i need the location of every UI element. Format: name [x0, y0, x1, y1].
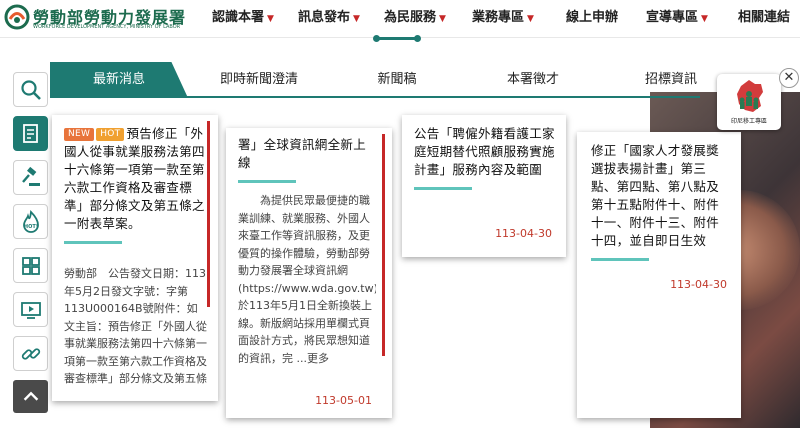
tab-latest-news[interactable]: 最新消息: [50, 62, 188, 98]
title-divider: [591, 258, 649, 261]
search-icon: [20, 79, 41, 100]
new-badge: NEW: [64, 128, 95, 141]
nav-label: 業務專區: [472, 10, 525, 25]
nav-label: 認識本署: [212, 10, 265, 25]
nav-item-links[interactable]: 相關連結: [738, 8, 793, 28]
news-card-title: 公告「聘僱外籍看護工家庭短期替代照顧服務實施計畫」服務內容及範圍: [414, 125, 556, 190]
news-card-title-text: 修正「國家人才發展獎選拔表揚計畫」第三點、第四點、第八點及第十五點附件十、附件十…: [591, 143, 720, 248]
tab-tenders[interactable]: 招標資訊: [612, 64, 730, 96]
active-nav-indicator: [376, 37, 418, 40]
nav-item-business[interactable]: 業務專區 ▼: [472, 8, 534, 28]
sidebar-search-button[interactable]: [13, 72, 48, 107]
nav-label: 相關連結: [738, 10, 791, 25]
nav-item-about[interactable]: 認識本署 ▼: [212, 8, 274, 28]
indicator-dot: [373, 35, 380, 42]
nav-item-online-apply[interactable]: 線上申辦: [566, 8, 621, 28]
document-icon: [22, 123, 38, 143]
nav-item-services[interactable]: 為民服務 ▼: [384, 8, 446, 28]
title-divider: [238, 180, 296, 183]
tab-press-release[interactable]: 新聞稿: [338, 64, 456, 96]
nav-label: 為民服務: [384, 10, 437, 25]
sidebar-video-button[interactable]: [13, 292, 48, 327]
gavel-icon: [21, 166, 40, 186]
hot-badge: HOT: [96, 128, 125, 141]
nav-label: 線上申辦: [566, 10, 619, 25]
sidebar-document-button[interactable]: [13, 116, 48, 151]
card-scrollbar[interactable]: [207, 121, 210, 307]
news-card-title-text: 預告修正「外國人從事就業服務法第四十六條第一項第一款至第六款工作資格及審查標準」…: [64, 126, 205, 231]
sidebar-link-button[interactable]: [13, 336, 48, 371]
sidebar-hot-button[interactable]: HOT!: [13, 204, 48, 239]
title-divider: [64, 241, 122, 244]
indicator-dot: [414, 35, 421, 42]
caret-down-icon: ▼: [267, 14, 274, 24]
news-card-body: 為提供民眾最便捷的職業訓練、就業服務、外國人來臺工作等資訊服務，及更優質的操作體…: [238, 194, 376, 365]
nav-label: 宣導專區: [646, 10, 699, 25]
nav-item-promotion[interactable]: 宣導專區 ▼: [646, 8, 708, 28]
sidebar-law-button[interactable]: [13, 160, 48, 195]
link-icon: [21, 347, 40, 360]
news-card-title: 署」全球資訊網全新上線: [238, 136, 376, 183]
news-card-date: 113-05-01: [315, 394, 372, 407]
news-card-2[interactable]: 署」全球資訊網全新上線 為提供民眾最便捷的職業訓練、就業服務、外國人來臺工作等資…: [226, 128, 392, 418]
agency-subtitle: WORKFORCE DEVELOPMENT AGENCY, MINISTRY O…: [33, 24, 181, 30]
caret-down-icon: ▼: [527, 14, 534, 24]
news-card-title: NEW HOT 預告修正「外國人從事就業服務法第四十六條第一項第一款至第六款工作資格…: [64, 125, 208, 244]
news-card-title-text: 署」全球資訊網全新上線: [238, 137, 367, 170]
title-divider: [414, 187, 472, 190]
indonesia-worker-zone-badge[interactable]: 印尼移工專區: [717, 74, 781, 130]
news-card-3[interactable]: 公告「聘僱外籍看護工家庭短期替代照顧服務實施計畫」服務內容及範圍 113-04-…: [402, 115, 566, 257]
card-scrollbar[interactable]: [382, 134, 385, 356]
scroll-to-top-button[interactable]: [13, 380, 48, 413]
caret-down-icon: ▼: [439, 14, 446, 24]
svg-text:HOT!: HOT!: [23, 224, 37, 230]
badge-label: 印尼移工專區: [730, 118, 767, 125]
caret-down-icon: ▼: [353, 14, 360, 24]
news-card-1[interactable]: NEW HOT 預告修正「外國人從事就業服務法第四十六條第一項第一款至第六款工作資格…: [52, 115, 218, 401]
news-card-title-text: 公告「聘僱外籍看護工家庭短期替代照顧服務實施計畫」服務內容及範圍: [414, 126, 555, 177]
sidebar-puzzle-button[interactable]: [13, 248, 48, 283]
chevron-up-icon: [23, 391, 38, 401]
news-card-date: 113-04-30: [495, 227, 552, 240]
hot-icon: HOT!: [22, 209, 39, 233]
map-people-icon: [737, 80, 763, 112]
nav-label: 訊息發布: [298, 10, 351, 25]
tab-news-clarification[interactable]: 即時新聞澄清: [200, 64, 318, 96]
nav-item-news[interactable]: 訊息發布 ▼: [298, 8, 360, 28]
caret-down-icon: ▼: [701, 14, 708, 24]
video-icon: [20, 301, 41, 319]
news-card-4[interactable]: 修正「國家人才發展獎選拔表揚計畫」第三點、第四點、第八點及第十五點附件十、附件十…: [577, 132, 741, 418]
puzzle-icon: [21, 256, 40, 275]
news-card-title: 修正「國家人才發展獎選拔表揚計畫」第三點、第四點、第八點及第十五點附件十、附件十…: [591, 142, 729, 261]
agency-logo-icon[interactable]: [4, 4, 30, 30]
news-card-body: 勞動部 公告發文日期：113年5月2日發文字號：字第113U000164B號附件…: [64, 267, 207, 385]
tab-recruitment[interactable]: 本署徵才: [474, 64, 592, 96]
news-card-date: 113-04-30: [670, 278, 727, 291]
close-icon[interactable]: ✕: [779, 68, 799, 88]
